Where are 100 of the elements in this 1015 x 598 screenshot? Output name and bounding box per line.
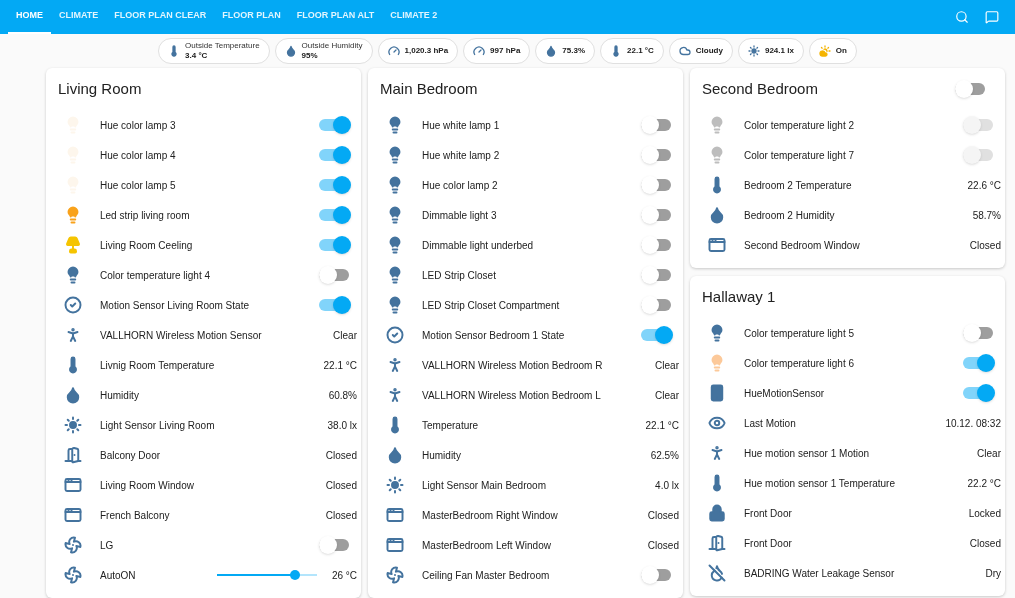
toggle-switch[interactable] (319, 179, 349, 191)
badge-value: 95% (301, 51, 319, 61)
entity-name: Hue motion sensor 1 Motion (744, 446, 870, 461)
entity-name: Motion Sensor Living Room State (100, 298, 249, 313)
entity-name: Hue motion sensor 1 Temperature (744, 476, 895, 491)
toggle-switch[interactable] (641, 329, 671, 341)
entity-name: Front Door (744, 536, 792, 551)
sensor-badge[interactable]: 997 hPa (463, 38, 531, 64)
entity-name: AutoON (100, 568, 136, 583)
entity-value: Clear (655, 358, 679, 373)
entity-name: Ceiling Fan Master Bedroom (422, 568, 550, 583)
badge-value: 1,020.3 hPa (404, 45, 449, 57)
toggle-switch[interactable] (319, 239, 349, 251)
entity-name: HueMotionSensor (744, 386, 825, 401)
entity-name: Bedroom 2 Temperature (744, 178, 852, 193)
toggle-switch[interactable] (319, 149, 349, 161)
entity-name: Front Door (744, 506, 792, 521)
entity-value: Closed (325, 448, 357, 463)
badge-value: 22.1 °C (627, 45, 654, 57)
toggle-switch[interactable] (955, 83, 985, 95)
entity-name: VALLHORN Wireless Motion Bedroom L (422, 388, 601, 403)
toggle-switch[interactable] (963, 357, 993, 369)
badge-value: 997 hPa (490, 45, 521, 57)
entity-name: LED Strip Closet Compartment (422, 298, 560, 313)
entity-name: Hue color lamp 2 (422, 178, 498, 193)
entity-name: Color temperature light 6 (744, 356, 855, 371)
badge-value: 924.1 lx (764, 45, 794, 57)
entity-value: 22.2 °C (967, 476, 1001, 491)
toggle-switch[interactable] (319, 209, 349, 221)
droplet-icon (284, 45, 297, 57)
entity-name: French Balcony (100, 508, 170, 523)
entity-name: Temperature (422, 418, 479, 433)
toggle-switch[interactable] (319, 119, 349, 131)
gauge-icon (473, 45, 486, 57)
entity-name: Light Sensor Living Room (100, 418, 215, 433)
toggle-switch[interactable] (641, 149, 671, 161)
entity-name: Motion Sensor Bedroom 1 State (422, 328, 565, 343)
toggle-switch[interactable] (641, 119, 671, 131)
toggle-switch[interactable] (319, 299, 349, 311)
toggle-switch[interactable] (319, 539, 349, 551)
entity-name: Living Room Ceeling (100, 238, 193, 253)
sensor-badge[interactable]: 1,020.3 hPa (377, 38, 459, 64)
entity-value: 22.1 °C (323, 358, 357, 373)
entity-name: Hue color lamp 5 (100, 178, 176, 193)
entity-value: 22.6 °C (967, 178, 1001, 193)
sensor-badge[interactable]: Outside Temperature 3.4 °C (158, 38, 270, 64)
entity-value: Closed (647, 538, 679, 553)
badge-value: 3.4 °C (185, 51, 209, 61)
entity-name: Last Motion (744, 416, 796, 431)
entity-value: 22.1 °C (645, 418, 679, 433)
entity-name: BADRING Water Leakage Sensor (744, 566, 895, 581)
entity-value: Closed (325, 478, 357, 493)
toggle-switch[interactable] (963, 387, 993, 399)
entity-value: 4.0 lx (655, 478, 679, 493)
sensor-badge[interactable]: 924.1 lx (737, 38, 804, 64)
card-title: Main Bedroom (380, 78, 478, 99)
entity-name: Led strip living room (100, 208, 190, 223)
entity-name: Hue color lamp 3 (100, 118, 176, 133)
sensor-badge[interactable]: On (808, 38, 857, 64)
toggle-switch[interactable] (641, 299, 671, 311)
entity-name: Dimmable light 3 (422, 208, 497, 223)
entity-value: Closed (325, 508, 357, 523)
entity-name: LED Strip Closet (422, 268, 496, 283)
entity-name: Light Sensor Main Bedroom (422, 478, 546, 493)
badge-label: Outside Humidity (301, 41, 363, 51)
entity-value: Closed (969, 536, 1001, 551)
sensor-badge[interactable]: 22.1 °C (600, 38, 664, 64)
droplet-icon (545, 45, 558, 57)
sensor-badge[interactable]: 75.3% (535, 38, 596, 64)
entity-name: Second Bedroom Window (744, 238, 860, 253)
badge-value: Cloudy (695, 45, 723, 57)
toggle-switch[interactable] (319, 269, 349, 281)
entity-name: Hue white lamp 2 (422, 148, 500, 163)
sun-icon (747, 45, 760, 57)
toggle-switch[interactable] (641, 239, 671, 251)
entity-value: Dry (985, 566, 1001, 581)
toggle-switch[interactable] (641, 269, 671, 281)
entity-value: 26 °C (330, 568, 357, 583)
entity-value: Locked (968, 506, 1001, 521)
entity-name: Humidity (100, 388, 139, 403)
entity-name: Dimmable light underbed (422, 238, 534, 253)
sensor-badge[interactable]: Outside Humidity 95% (274, 38, 373, 64)
entity-value: 10.12. 08:32 (945, 416, 1001, 431)
card-title: Living Room (58, 78, 142, 99)
entity-value: Clear (333, 328, 357, 343)
toggle-switch[interactable] (641, 569, 671, 581)
entity-name: Color temperature light 5 (744, 326, 855, 341)
entity-value: Closed (969, 238, 1001, 253)
entity-value: 60.8% (328, 388, 357, 403)
entity-value: 62.5% (650, 448, 679, 463)
toggle-switch[interactable] (641, 209, 671, 221)
entity-name: LG (100, 538, 114, 553)
entity-name: Balcony Door (100, 448, 161, 463)
gauge-icon (387, 45, 400, 57)
toggle-switch[interactable] (641, 179, 671, 191)
card-title: Second Bedroom (702, 78, 818, 99)
entity-name: VALLHORN Wireless Motion Bedroom R (422, 358, 603, 373)
toggle-switch[interactable] (963, 327, 993, 339)
entity-name: Livnig Room Temperature (100, 358, 215, 373)
sensor-badge[interactable]: Cloudy (668, 38, 733, 64)
